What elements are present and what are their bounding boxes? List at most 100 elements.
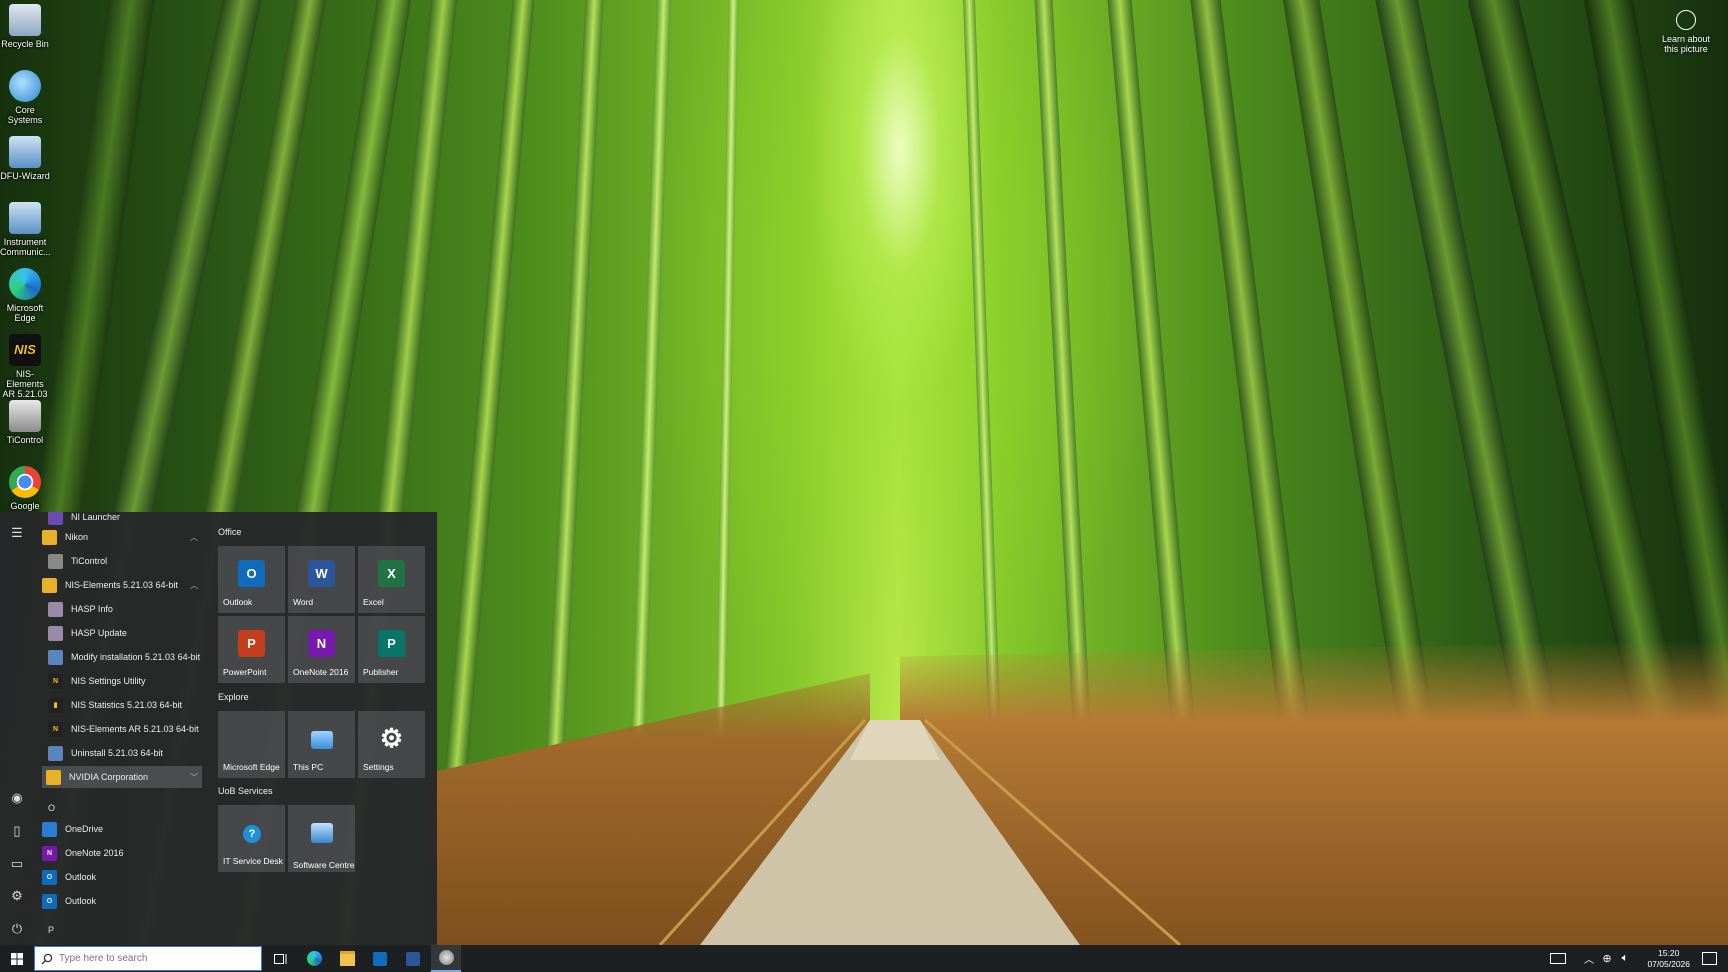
list-item[interactable]: O Outlook bbox=[42, 866, 202, 888]
onenote-icon: N bbox=[42, 845, 57, 861]
desktop-icon-microsoft-edge[interactable]: Microsoft Edge bbox=[0, 268, 50, 323]
settings-icon[interactable]: ⚙ bbox=[9, 888, 25, 904]
list-item-folder-nvidia[interactable]: NVIDIA Corporation ﹀ bbox=[42, 766, 202, 788]
tile-onenote[interactable]: N OneNote 2016 bbox=[288, 616, 355, 683]
nis-icon: NIS bbox=[9, 334, 41, 366]
group-title-uob-services[interactable]: UoB Services bbox=[218, 786, 273, 796]
hasp-icon bbox=[48, 625, 63, 641]
computer-icon bbox=[311, 731, 333, 749]
power-icon[interactable]: ⏻ bbox=[9, 921, 25, 937]
task-view-button[interactable] bbox=[266, 945, 296, 972]
nis-icon: N bbox=[48, 673, 63, 689]
search-input[interactable] bbox=[57, 952, 251, 965]
search-icon bbox=[41, 953, 53, 964]
edge-icon bbox=[306, 951, 322, 966]
publisher-icon: P bbox=[378, 630, 405, 657]
windows-icon bbox=[11, 952, 23, 965]
start-button[interactable] bbox=[2, 945, 32, 972]
taskbar-file-explorer[interactable] bbox=[332, 945, 362, 972]
excel-icon: X bbox=[378, 560, 405, 587]
list-item[interactable]: HASP Update bbox=[48, 622, 206, 644]
desktop-icon-core-systems[interactable]: Core Systems bbox=[0, 70, 50, 125]
outlook-icon: O bbox=[238, 560, 265, 587]
desktop-icon-dfu-wizard[interactable]: DFU-Wizard bbox=[0, 136, 50, 181]
tile-excel[interactable]: X Excel bbox=[358, 546, 425, 613]
microscope-icon bbox=[9, 400, 41, 432]
task-view-icon bbox=[274, 953, 287, 964]
hamburger-icon[interactable]: ☰ bbox=[9, 525, 25, 541]
list-item-folder-nikon[interactable]: Nikon ︿ bbox=[42, 526, 202, 548]
tile-area: Office Explore UoB Services O Outlook W … bbox=[206, 512, 437, 945]
word-icon bbox=[406, 951, 420, 966]
desktop-icon-nis-elements[interactable]: NIS NIS-Elements AR 5.21.03 ... bbox=[0, 334, 50, 409]
pictures-icon[interactable]: ▭ bbox=[9, 856, 25, 872]
list-item[interactable]: O Outlook bbox=[42, 890, 202, 912]
folder-icon bbox=[339, 951, 355, 966]
documents-icon[interactable]: ▯ bbox=[9, 823, 25, 839]
tile-settings[interactable]: ⚙ Settings bbox=[358, 711, 425, 778]
search-box[interactable] bbox=[34, 946, 262, 971]
clock[interactable]: 15:20 07/05/2026 bbox=[1647, 948, 1690, 970]
list-item[interactable]: OneDrive bbox=[42, 818, 202, 840]
tile-outlook[interactable]: O Outlook bbox=[218, 546, 285, 613]
chevron-up-icon: ︿ bbox=[190, 532, 198, 542]
chevron-up-icon: ︿ bbox=[190, 580, 198, 590]
list-item[interactable]: N OneNote 2016 bbox=[42, 842, 202, 864]
clock-time: 15:20 bbox=[1658, 948, 1680, 958]
keyboard-icon[interactable] bbox=[1543, 945, 1573, 972]
list-item[interactable]: N NIS Settings Utility bbox=[48, 670, 206, 692]
nis-icon: N bbox=[48, 721, 63, 737]
taskbar-word[interactable] bbox=[398, 945, 428, 972]
camera-icon bbox=[1676, 10, 1696, 30]
notification-icon bbox=[1701, 952, 1717, 965]
software-centre-icon bbox=[311, 823, 333, 843]
tile-microsoft-edge[interactable]: Microsoft Edge bbox=[218, 711, 285, 778]
powerpoint-icon: P bbox=[238, 630, 265, 657]
tile-word[interactable]: W Word bbox=[288, 546, 355, 613]
tile-publisher[interactable]: P Publisher bbox=[358, 616, 425, 683]
list-item[interactable]: HASP Info bbox=[48, 598, 206, 620]
group-title-explore[interactable]: Explore bbox=[218, 692, 249, 702]
chevron-up-icon[interactable]: ︿ bbox=[1580, 945, 1598, 972]
app-icon bbox=[438, 950, 454, 965]
tile-it-service-desk[interactable]: ? IT Service Desk bbox=[218, 805, 285, 872]
taskbar-active-app[interactable] bbox=[431, 945, 461, 972]
tile-powerpoint[interactable]: P PowerPoint bbox=[218, 616, 285, 683]
onenote-icon: N bbox=[308, 630, 335, 657]
desktop-icon-recycle-bin[interactable]: Recycle Bin bbox=[0, 4, 50, 49]
notifications-button[interactable] bbox=[1694, 945, 1724, 972]
folder-icon bbox=[42, 529, 57, 545]
keyboard-glyph bbox=[1550, 953, 1566, 964]
desktop-icon-instrument-communicator[interactable]: Instrument Communic... bbox=[0, 202, 51, 257]
list-item[interactable]: TiControl bbox=[48, 550, 206, 572]
computer-icon bbox=[9, 136, 41, 168]
folder-icon bbox=[46, 769, 61, 785]
account-icon[interactable]: ◉ bbox=[9, 790, 25, 806]
letter-header[interactable]: O bbox=[48, 803, 55, 813]
recycle-bin-icon bbox=[9, 4, 41, 36]
taskbar-outlook[interactable] bbox=[365, 945, 395, 972]
app-list: NI Launcher Nikon ︿ TiControl NIS-Elemen… bbox=[34, 512, 206, 945]
desktop-icon-google-chrome[interactable]: Google bbox=[0, 466, 50, 511]
clock-date: 07/05/2026 bbox=[1647, 959, 1690, 969]
outlook-icon bbox=[373, 951, 387, 966]
tile-this-pc[interactable]: This PC bbox=[288, 711, 355, 778]
globe-icon bbox=[9, 70, 41, 102]
list-item[interactable]: Modify installation 5.21.03 64-bit bbox=[48, 646, 206, 668]
list-item[interactable]: Uninstall 5.21.03 64-bit bbox=[48, 742, 206, 764]
letter-header[interactable]: P bbox=[48, 925, 54, 935]
desktop-icon-ticontrol[interactable]: TiControl bbox=[0, 400, 50, 445]
network-icon[interactable]: ⊕ bbox=[1598, 945, 1616, 972]
list-item-folder-nis-elements[interactable]: NIS-Elements 5.21.03 64-bit ︿ bbox=[42, 574, 202, 596]
word-icon: W bbox=[308, 560, 335, 587]
list-item[interactable]: N NIS-Elements AR 5.21.03 64-bit bbox=[48, 718, 206, 740]
start-rail: ☰ ◉ ▯ ▭ ⚙ ⏻ bbox=[0, 512, 34, 945]
learn-about-picture[interactable]: Learn about this picture bbox=[1656, 10, 1716, 54]
taskbar-edge[interactable] bbox=[299, 945, 329, 972]
volume-icon[interactable]: 🔈︎ bbox=[1616, 945, 1634, 972]
gear-icon: ⚙ bbox=[379, 723, 404, 753]
tile-software-centre[interactable]: Software Centre bbox=[288, 805, 355, 872]
group-title-office[interactable]: Office bbox=[218, 527, 241, 537]
list-item[interactable]: ▮ NIS Statistics 5.21.03 64-bit bbox=[48, 694, 206, 716]
list-item[interactable]: NI Launcher bbox=[48, 512, 206, 525]
